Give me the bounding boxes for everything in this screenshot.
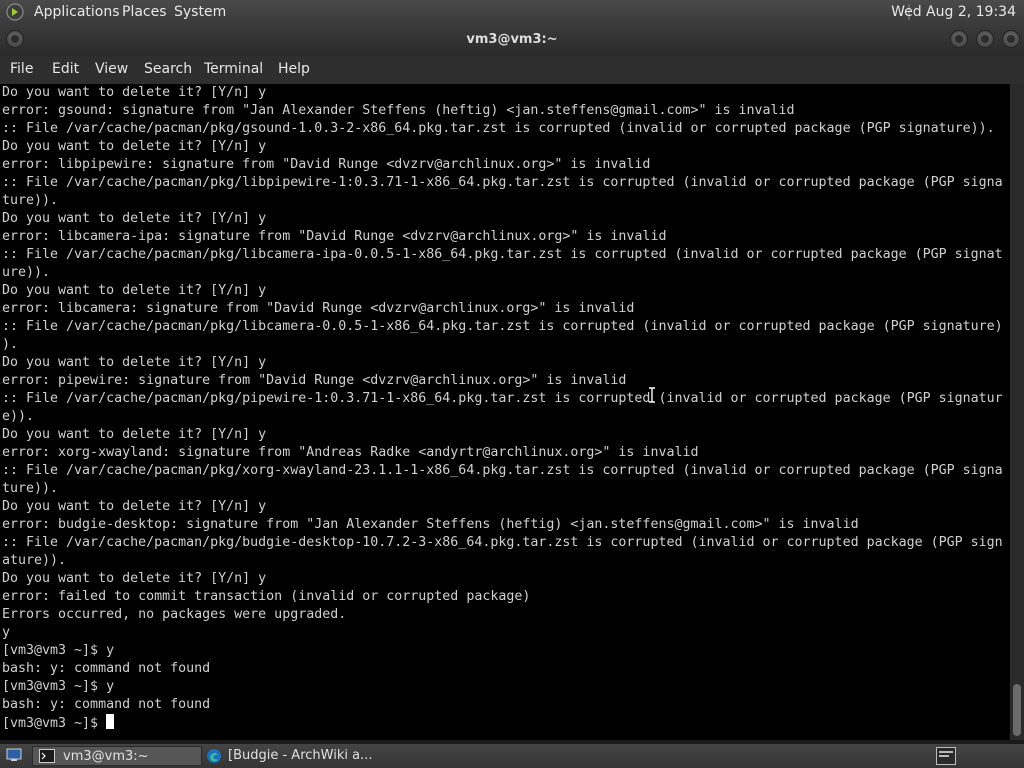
clock[interactable]: Wed Aug 2, 19:34 xyxy=(891,4,1016,20)
taskbar-item-terminal[interactable]: vm3@vm3:~ xyxy=(32,746,202,766)
terminal-output: Do you want to delete it? [Y/n] y error:… xyxy=(2,85,1003,712)
maximize-button[interactable] xyxy=(976,30,994,48)
menubar: File Edit View Search Terminal Help xyxy=(0,56,1024,84)
menu-view[interactable]: View xyxy=(95,61,128,77)
tray-terminal-icon[interactable] xyxy=(936,747,956,765)
ibeam-cursor-icon xyxy=(649,387,655,403)
terminal-scrollbar[interactable] xyxy=(1010,84,1024,740)
menu-file[interactable]: File xyxy=(10,61,33,77)
taskbar-terminal-label: vm3@vm3:~ xyxy=(63,749,149,764)
app-menu-icon[interactable] xyxy=(6,3,24,21)
taskbar-item-browser[interactable]: [Budgie - ArchWiki a... xyxy=(204,746,384,766)
applications-menu[interactable]: Applications xyxy=(34,4,120,20)
terminal-content: Do you want to delete it? [Y/n] y error:… xyxy=(2,84,1003,733)
close-button[interactable] xyxy=(1002,30,1020,48)
places-menu[interactable]: Places xyxy=(122,4,167,20)
menu-search[interactable]: Search xyxy=(144,61,192,77)
system-menu[interactable]: System xyxy=(174,4,226,20)
terminal-area[interactable]: Do you want to delete it? [Y/n] y error:… xyxy=(0,84,1010,740)
window-title: vm3@vm3:~ xyxy=(466,32,558,47)
scrollbar-thumb[interactable] xyxy=(1013,684,1021,736)
taskbar-browser-label: [Budgie - ArchWiki a... xyxy=(228,748,373,763)
show-desktop-icon[interactable] xyxy=(6,748,22,762)
browser-icon xyxy=(207,749,221,763)
terminal-prompt: [vm3@vm3 ~]$ xyxy=(2,716,107,731)
menu-edit[interactable]: Edit xyxy=(52,61,79,77)
taskbar: vm3@vm3:~ [Budgie - ArchWiki a... xyxy=(0,744,1024,768)
window-titlebar[interactable]: vm3@vm3:~ xyxy=(0,24,1024,56)
top-panel: Applications Places System Wed Aug 2, 19… xyxy=(0,0,1024,24)
menu-help[interactable]: Help xyxy=(278,61,310,77)
minimize-button[interactable] xyxy=(950,30,968,48)
menu-terminal[interactable]: Terminal xyxy=(204,61,263,77)
text-cursor xyxy=(106,714,115,729)
terminal-icon xyxy=(39,749,55,763)
